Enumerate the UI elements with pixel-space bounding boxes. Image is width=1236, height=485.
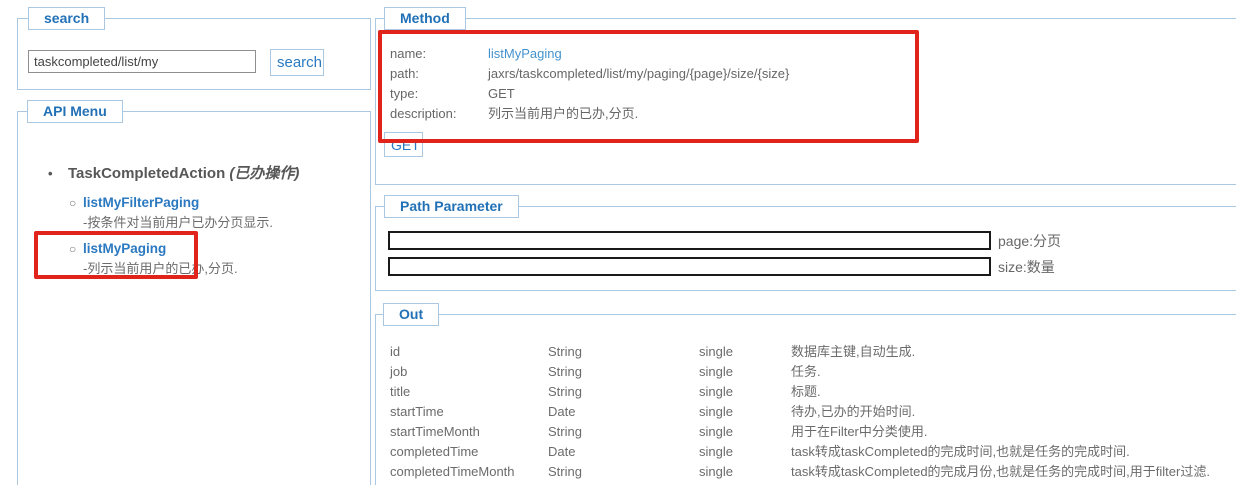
out-field-name: completedTimeMonth (390, 464, 515, 479)
bullet-disc-icon: • (48, 166, 53, 181)
out-field-cardinality: single (699, 404, 733, 419)
search-panel-title: search (28, 7, 106, 30)
method-row-label: name: (390, 46, 427, 61)
method-row-label: description: (390, 106, 457, 121)
method-type-value: GET (488, 86, 515, 101)
out-field-description: 用于在Filter中分类使用. (791, 424, 928, 439)
path-parameter-panel-title: Path Parameter (384, 195, 519, 218)
method-path-value: jaxrs/taskcompleted/list/my/paging/{page… (488, 66, 790, 81)
out-panel-title: Out (383, 303, 440, 326)
out-field-table: id String single 数据库主键,自动生成. job String … (390, 342, 1210, 485)
out-field-name: id (390, 344, 401, 359)
menu-item-description: -按条件对当前用户已办分页显示. (83, 215, 273, 230)
menu-item-listmyfilterpaging[interactable]: ○ listMyFilterPaging (69, 195, 199, 210)
menu-group-suffix: (已办操作) (229, 165, 300, 182)
param-row-page: page:分页 (388, 231, 1061, 250)
menu-item-listmypaging[interactable]: ○ listMyPaging (69, 241, 166, 256)
out-field-cardinality: single (699, 464, 733, 479)
out-field-description: 标题. (791, 384, 821, 399)
out-field-description: 待办,已办的开始时间. (791, 404, 916, 419)
out-panel: Out id String single 数据库主键,自动生成. job Str… (375, 303, 1236, 485)
out-field-cardinality: single (699, 424, 733, 439)
out-field-description: 数据库主键,自动生成. (791, 344, 916, 359)
search-input[interactable] (28, 50, 256, 73)
method-detail-rows: name: listMyPaging path: jaxrs/taskcompl… (390, 44, 789, 124)
menu-item-label: listMyFilterPaging (83, 195, 200, 210)
api-menu-panel-title: API Menu (27, 100, 123, 123)
out-field-type: Date (548, 444, 576, 459)
method-row-description: description: 列示当前用户的已办,分页. (390, 104, 789, 124)
bullet-circle-icon: ○ (69, 196, 77, 210)
method-row-type: type: GET (390, 84, 789, 104)
out-field-type: String (548, 344, 582, 359)
search-button[interactable]: search (270, 49, 324, 76)
method-row-label: type: (390, 86, 419, 101)
path-parameter-panel: Path Parameter page:分页 size:数量 (375, 195, 1236, 291)
out-field-name: startTime (390, 404, 444, 419)
out-field-cardinality: single (699, 344, 733, 359)
out-field-name: title (390, 384, 411, 399)
method-row-name: name: listMyPaging (390, 44, 789, 64)
out-field-type: String (548, 384, 582, 399)
param-row-size: size:数量 (388, 257, 1055, 276)
out-field-type: String (548, 464, 582, 479)
invoke-get-button[interactable]: GET (384, 132, 423, 157)
out-field-cardinality: single (699, 444, 733, 459)
method-name-link[interactable]: listMyPaging (488, 44, 562, 64)
out-field-name: startTimeMonth (390, 424, 480, 439)
method-row-label: path: (390, 66, 419, 81)
method-panel-title: Method (384, 7, 466, 30)
method-panel: Method name: listMyPaging path: jaxrs/ta… (375, 7, 1236, 185)
param-input-page[interactable] (388, 231, 991, 250)
menu-group-name: TaskCompletedAction (68, 165, 226, 182)
menu-group-taskcompletedaction: • TaskCompletedAction (已办操作) (48, 162, 299, 183)
out-field-type: String (548, 364, 582, 379)
param-label-size: size:数量 (998, 258, 1055, 275)
out-field-type: Date (548, 404, 576, 419)
menu-item-description: -列示当前用户的已办,分页. (83, 261, 238, 276)
out-field-cardinality: single (699, 384, 733, 399)
method-description-value: 列示当前用户的已办,分页. (488, 106, 639, 121)
param-input-size[interactable] (388, 257, 991, 276)
out-field-description: task转成taskCompleted的完成时间,也就是任务的完成时间. (791, 444, 1130, 459)
out-field-type: String (548, 424, 582, 439)
api-menu-panel: API Menu • TaskCompletedAction (已办操作) ○ li… (17, 100, 371, 485)
menu-item-label: listMyPaging (83, 241, 167, 256)
api-doc-page: search search API Menu • TaskCompletedAct… (0, 0, 1236, 485)
out-field-cardinality: single (699, 364, 733, 379)
out-field-description: task转成taskCompleted的完成月份,也就是任务的完成时间,用于fi… (791, 464, 1210, 479)
param-label-page: page:分页 (998, 232, 1062, 249)
out-field-name: job (390, 364, 408, 379)
out-field-description: 任务. (791, 364, 821, 379)
out-field-name: completedTime (390, 444, 479, 459)
bullet-circle-icon: ○ (69, 242, 77, 256)
search-panel: search search (17, 7, 371, 90)
method-row-path: path: jaxrs/taskcompleted/list/my/paging… (390, 64, 789, 84)
